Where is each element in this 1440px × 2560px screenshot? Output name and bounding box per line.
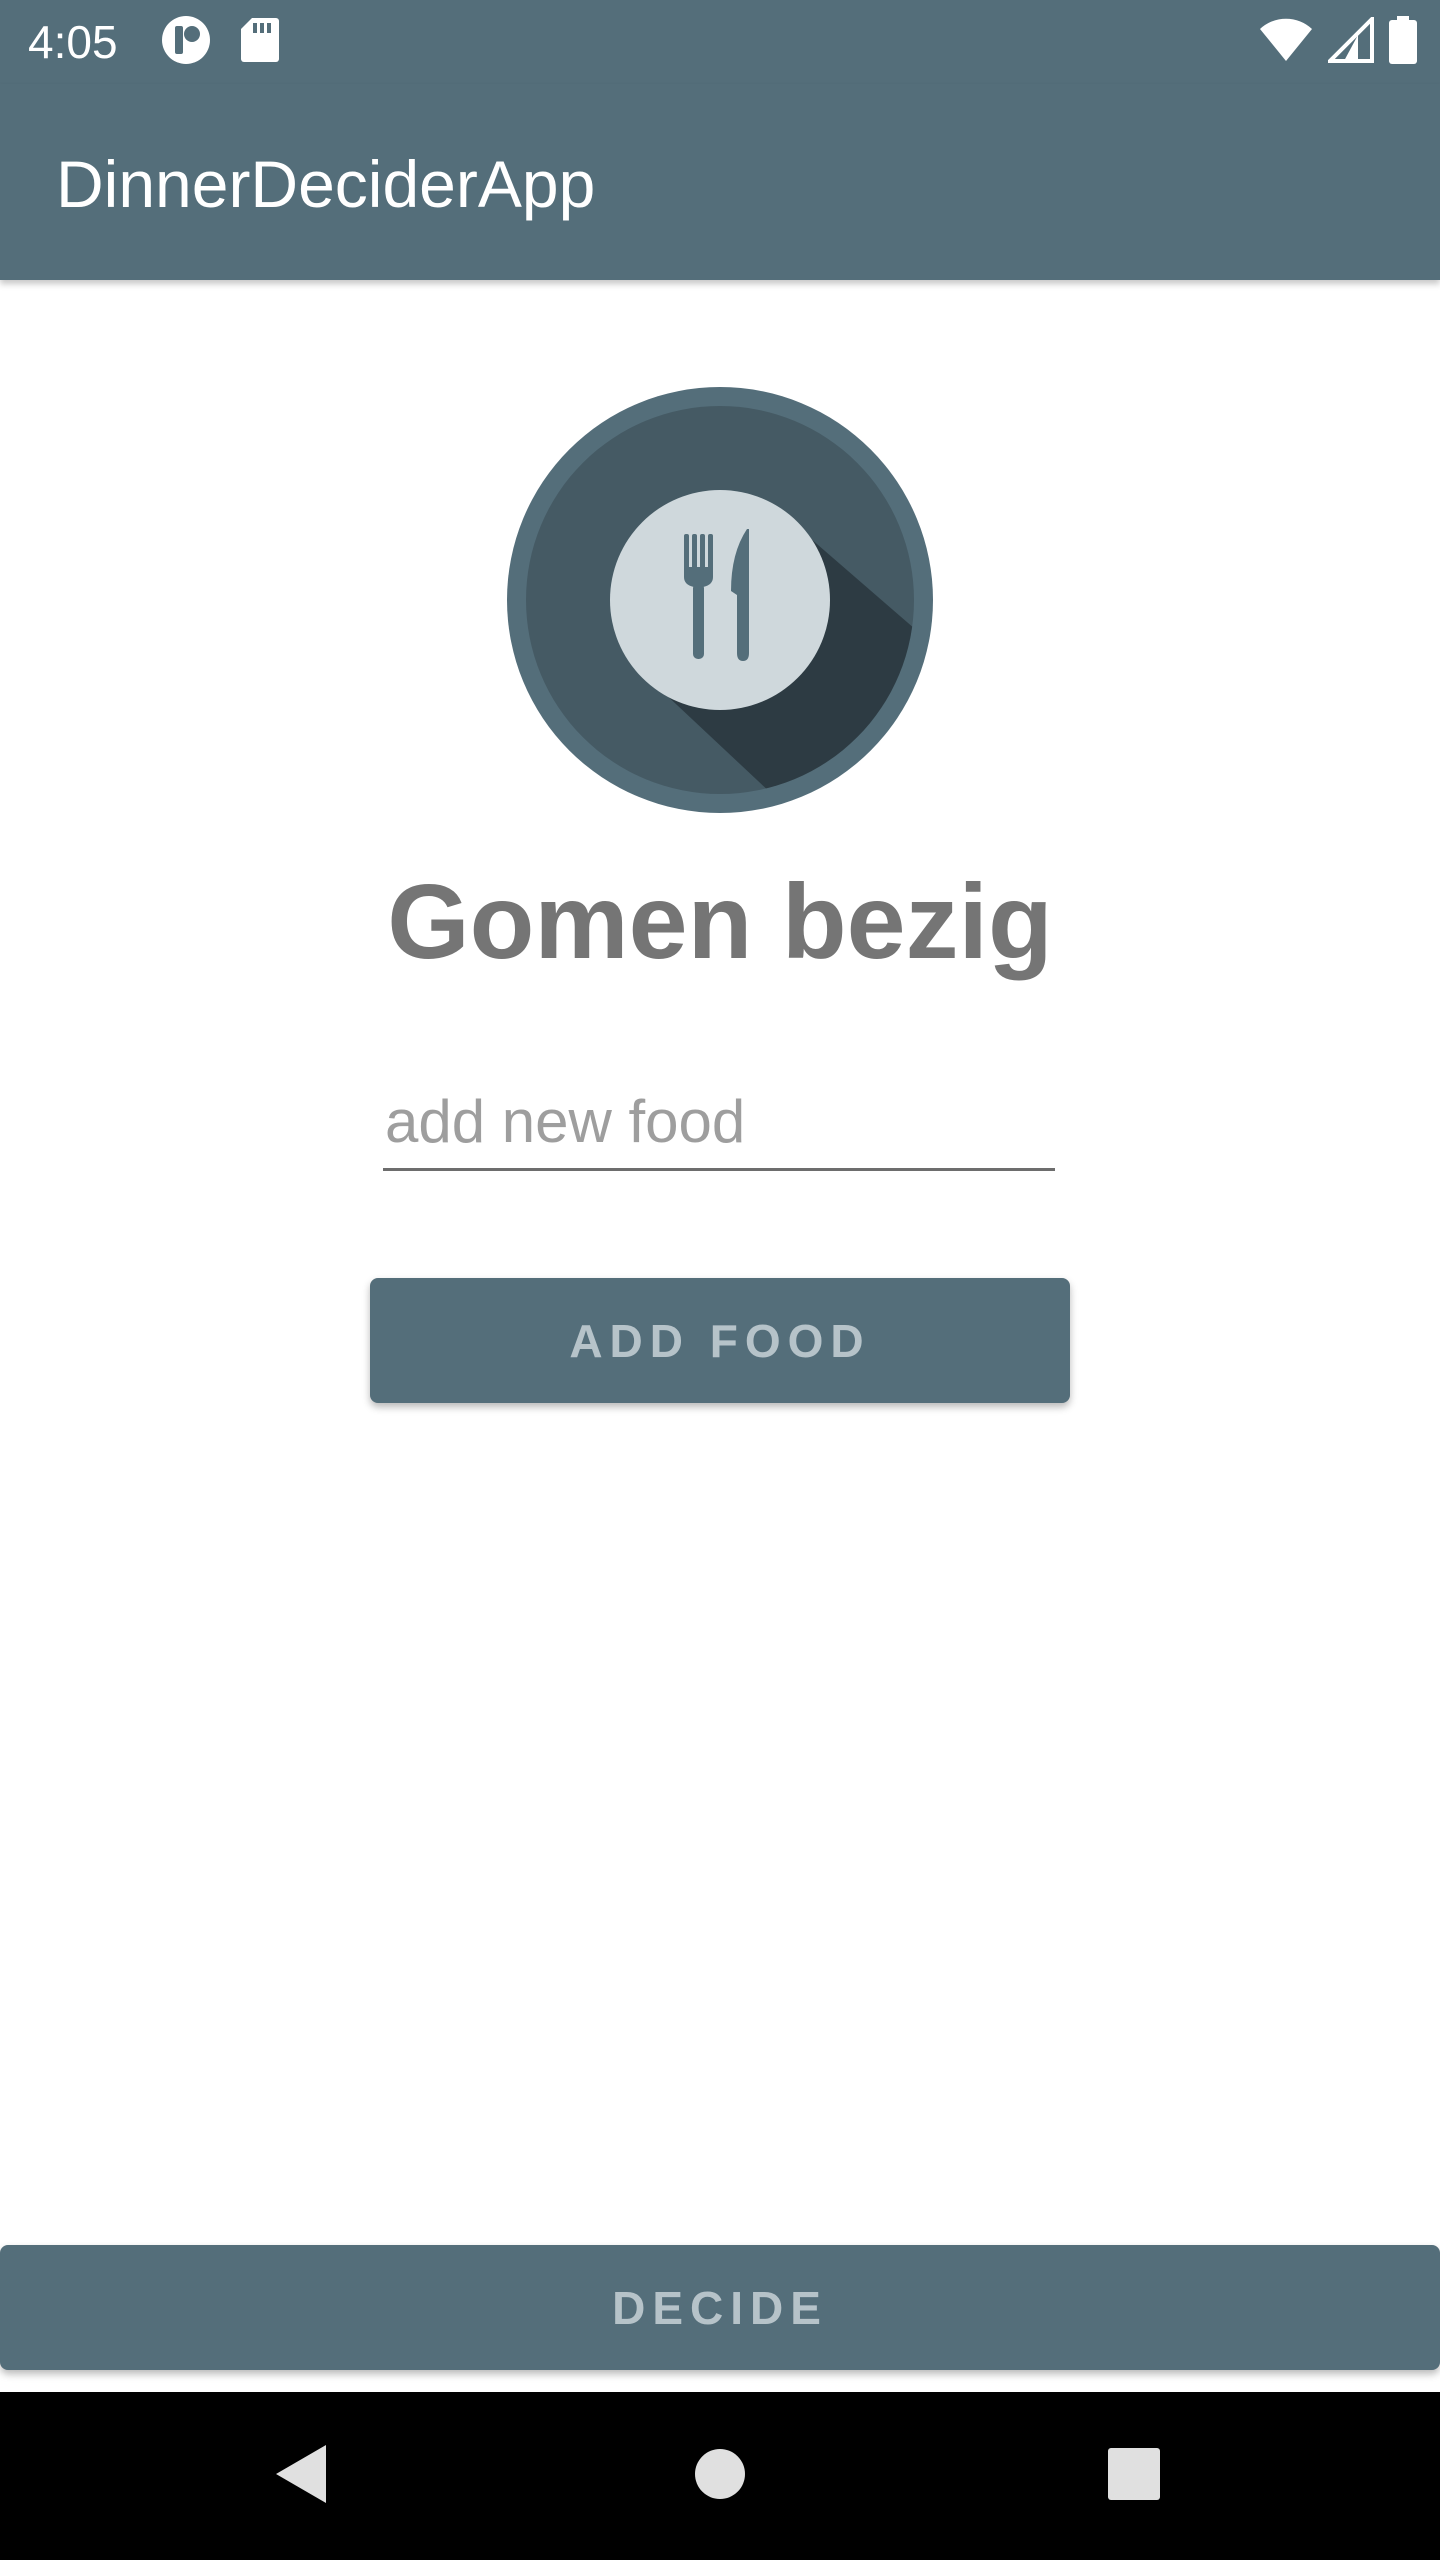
nav-back-button[interactable] bbox=[217, 2392, 385, 2560]
notification-app-icon bbox=[160, 14, 212, 71]
food-input[interactable] bbox=[383, 1075, 1055, 1171]
status-bar: 4:05 bbox=[0, 0, 1440, 84]
status-left-icons bbox=[160, 14, 280, 71]
cell-signal-icon bbox=[1325, 13, 1374, 68]
add-food-button[interactable]: ADD FOOD bbox=[370, 1278, 1070, 1403]
app-title: DinnerDeciderApp bbox=[56, 147, 596, 221]
decide-button[interactable]: DECIDE bbox=[0, 2245, 1440, 2370]
wifi-icon bbox=[1258, 17, 1314, 68]
home-icon bbox=[694, 2448, 746, 2505]
app-bar: DinnerDeciderApp bbox=[0, 84, 1440, 280]
nav-home-button[interactable] bbox=[636, 2392, 804, 2560]
navigation-bar bbox=[0, 2392, 1440, 2560]
status-right-icons bbox=[1258, 13, 1418, 69]
nav-recents-button[interactable] bbox=[1050, 2392, 1218, 2560]
screen: 4:05 DinnerDeciderApp Gomen bezig add ne… bbox=[0, 0, 1440, 2560]
headline: Gomen bezig bbox=[387, 863, 1053, 981]
sd-card-icon bbox=[240, 16, 280, 69]
recents-icon bbox=[1108, 2447, 1160, 2505]
plate-fork-knife-icon bbox=[505, 385, 935, 815]
back-icon bbox=[274, 2443, 328, 2510]
battery-icon bbox=[1388, 15, 1418, 69]
status-time: 4:05 bbox=[28, 16, 118, 68]
